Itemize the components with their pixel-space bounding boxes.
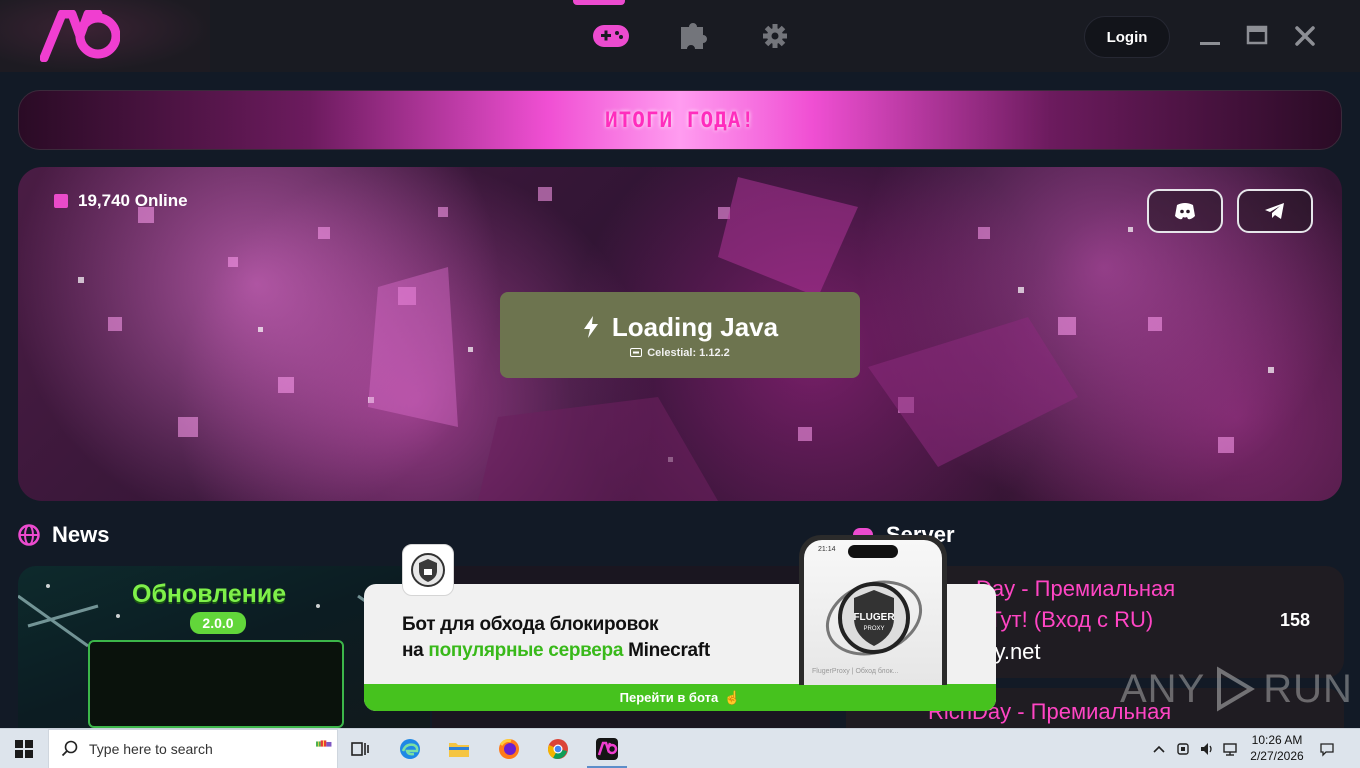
maximize-icon [1246,25,1268,45]
clock-date: 2/27/2026 [1250,749,1304,763]
task-view-icon [351,742,369,756]
ad-subline-highlight: популярные сервера [428,640,624,661]
ad-cta-button[interactable]: Перейти в бота ☝ [364,684,996,711]
telegram-icon [1265,203,1284,219]
svg-text:FLUGER: FLUGER [853,612,895,623]
news-card-title: Обновление [132,580,287,608]
banner-text: ИТОГИ ГОДА! [604,108,756,132]
ad-subline-prefix: на [402,640,429,661]
network-icon [1223,743,1237,756]
shield-lock-icon [411,553,445,587]
online-indicator-icon [54,194,68,208]
speaker-icon [1201,743,1212,755]
close-button[interactable] [1290,22,1320,50]
watermark-left: ANY [1120,666,1206,711]
launch-version: Celestial: 1.12.2 [630,347,730,359]
news-heading-text: News [52,522,110,547]
ad-subline: на популярные сервера Minecraft [402,640,710,662]
puzzle-icon [681,23,707,49]
launch-version-text: Celestial: 1.12.2 [647,346,730,359]
notification-icon [1320,743,1334,757]
hero-panel: 19,740 Online Loading Java Celestial: 1.… [18,167,1342,501]
gamepad-icon [593,25,629,47]
phone-notch [848,545,898,558]
maximize-button[interactable] [1242,22,1272,50]
phone-time: 21:14 [818,546,836,553]
ad-headline: Бот для обхода блокировок [402,614,659,635]
launch-button[interactable]: Loading Java Celestial: 1.12.2 [500,292,860,378]
taskbar-chrome[interactable] [534,729,582,768]
anyrun-watermark: ANY RUN [1120,666,1353,712]
ad-cta-label: Перейти в бота [619,690,719,705]
pointer-hand-icon: ☝ [724,689,741,705]
tray-volume[interactable] [1198,729,1216,768]
gear-icon [763,24,787,48]
news-heading: News [18,522,109,548]
taskbar-launcher[interactable] [583,729,631,768]
telegram-button[interactable] [1237,189,1313,233]
globe-icon [18,524,40,546]
show-hidden-icons-button[interactable] [1150,729,1168,768]
logo-area [0,0,210,72]
taskbar-search-box[interactable]: Type here to search [48,729,338,768]
firefox-icon [499,739,519,759]
news-card-screenshot [88,640,344,728]
tab-settings[interactable] [734,0,816,72]
news-card-version: 2.0.0 [190,612,246,634]
svg-text:PROXY: PROXY [863,626,884,632]
server-player-count: 158 [1280,610,1311,630]
ad-phone-mockup: 21:14 FLUGER PROXY FlugerProxy | Обход б… [799,535,947,685]
title-bar: Login [0,0,1360,72]
play-triangle-icon [1217,666,1256,712]
watermark-right: RUN [1263,666,1353,711]
launch-button-main: Loading Java [582,312,778,343]
notifications-button[interactable] [1316,729,1338,768]
task-view-button[interactable] [336,729,384,768]
year-results-banner[interactable]: ИТОГИ ГОДА! [18,90,1342,150]
device-icon [1177,743,1189,755]
tray-device[interactable] [1174,729,1192,768]
online-count-text: 19,740 Online [78,191,188,210]
tab-play[interactable] [570,0,652,72]
lightning-icon [583,316,598,338]
search-icon [61,740,78,757]
minimize-button[interactable] [1195,22,1225,50]
chrome-icon [548,739,568,759]
ad-subline-suffix: Minecraft [623,640,710,661]
launcher-app-icon [596,738,618,760]
taskbar-clock[interactable]: 10:26 AM 2/27/2026 [1242,732,1312,764]
windows-taskbar: Type here to search 10:26 AM 2/27/2026 [0,728,1360,768]
app-logo [40,10,120,62]
launch-status-text: Loading Java [611,311,779,342]
minimize-icon [1200,42,1220,45]
gift-boxes-icon [316,740,332,747]
file-explorer-icon [449,743,469,757]
phone-screen: 21:14 FLUGER PROXY FlugerProxy | Обход б… [804,540,942,685]
tab-mods[interactable] [652,0,734,72]
clock-time: 10:26 AM [1251,733,1303,747]
online-counter: 19,740 Online [54,191,188,211]
server-name: Day - Премиальная [976,576,1176,601]
tray-network[interactable] [1220,729,1240,768]
version-badge-icon [630,348,643,357]
fluger-proxy-logo: FLUGER PROXY [825,580,923,656]
discord-icon [1175,203,1195,220]
taskbar-firefox[interactable] [485,729,533,768]
taskbar-file-explorer[interactable] [435,729,483,768]
chevron-up-icon [1153,745,1165,753]
start-button[interactable] [0,729,48,768]
search-placeholder: Type here to search [89,741,213,757]
taskbar-edge[interactable] [386,729,434,768]
discord-button[interactable] [1147,189,1223,233]
edge-icon [400,739,420,759]
ad-bot-avatar[interactable] [402,544,454,596]
login-button[interactable]: Login [1084,16,1170,58]
close-icon [1295,26,1315,46]
phone-caption: FlugerProxy | Обход блок... [812,668,899,675]
windows-logo-icon [15,740,33,758]
main-nav [570,0,816,72]
